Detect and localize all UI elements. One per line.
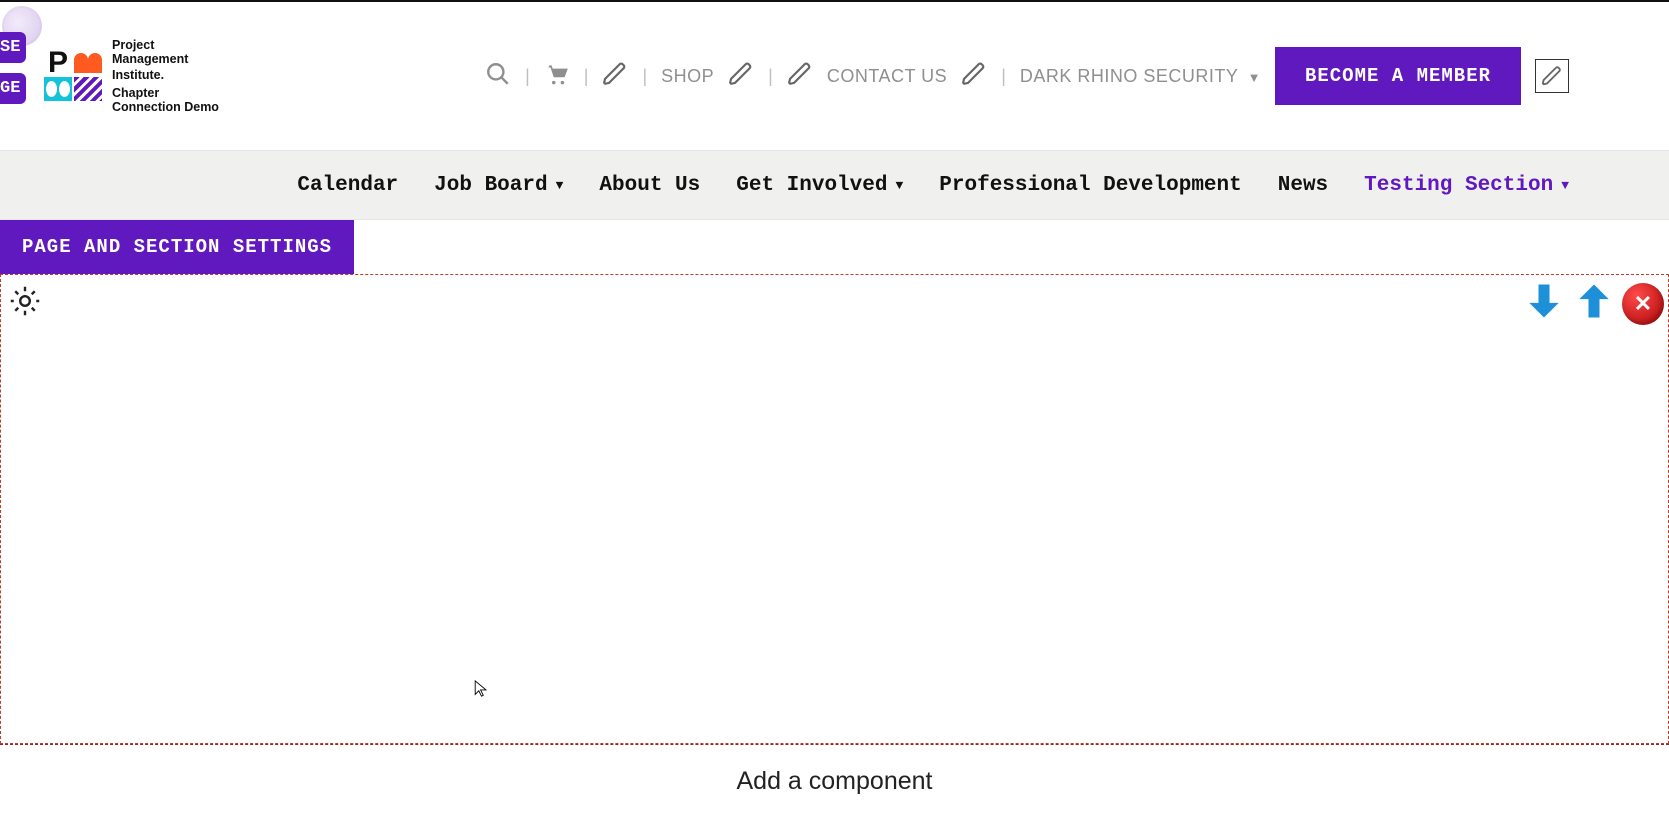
become-member-button[interactable]: BECOME A MEMBER [1275, 47, 1521, 105]
close-icon: ✕ [1634, 291, 1652, 317]
page-section-settings-button[interactable]: PAGE AND SECTION SETTINGS [0, 220, 354, 274]
logo-text: Project Management Institute. Chapter Co… [112, 38, 219, 115]
nav-item-get-involved[interactable]: Get Involved ▼ [736, 174, 903, 197]
cart-icon[interactable] [544, 61, 570, 92]
edit-header-button[interactable] [1535, 59, 1569, 93]
logo-line4a: Chapter [112, 86, 159, 100]
left-edge-pills: SE GE [0, 32, 26, 114]
logo-line4b: Connection Demo [112, 100, 219, 114]
left-pill-1[interactable]: SE [0, 32, 26, 63]
nav-item-label: Get Involved [736, 174, 887, 197]
nav-item-label: About Us [599, 174, 700, 197]
header: P Project Management Institute. Chapter … [0, 2, 1669, 150]
nav-item-label: Testing Section [1364, 174, 1553, 197]
nav-item-testing-section[interactable]: Testing Section ▼ [1364, 174, 1569, 197]
separator: | [642, 66, 647, 87]
arrow-down-icon [1522, 279, 1566, 323]
logo[interactable]: P Project Management Institute. Chapter … [44, 38, 219, 115]
chevron-down-icon: ▼ [556, 178, 564, 193]
section-settings-button[interactable] [7, 283, 43, 324]
search-icon[interactable] [485, 61, 511, 92]
edit-icon[interactable] [961, 61, 987, 92]
move-up-button[interactable] [1572, 279, 1616, 328]
nav-item-professional-development[interactable]: Professional Development [939, 174, 1241, 197]
separator: | [525, 66, 530, 87]
contact-link[interactable]: CONTACT US [827, 66, 947, 87]
nav-item-label: News [1278, 174, 1328, 197]
nav-item-job-board[interactable]: Job Board ▼ [434, 174, 563, 197]
edit-icon[interactable] [787, 61, 813, 92]
chevron-down-icon: ▼ [895, 178, 903, 193]
logo-line2: Management [112, 52, 219, 66]
nav-item-about-us[interactable]: About Us [599, 174, 700, 197]
nav-item-label: Job Board [434, 174, 547, 197]
logo-line4: Chapter Connection Demo [112, 86, 219, 115]
shop-link[interactable]: SHOP [661, 66, 714, 87]
user-menu[interactable]: DARK RHINO SECURITY ▼ [1020, 66, 1261, 87]
separator: | [768, 66, 773, 87]
logo-line1: Project [112, 38, 219, 52]
edit-icon[interactable] [602, 61, 628, 92]
main-nav: Calendar Job Board ▼ About Us Get Involved ▼ P… [0, 150, 1669, 220]
delete-section-button[interactable]: ✕ [1622, 283, 1664, 325]
mouse-cursor-icon [474, 680, 489, 698]
logo-glyph-fan [74, 51, 102, 75]
arrow-up-icon [1572, 279, 1616, 323]
header-right: | | | SHOP | [485, 47, 1569, 105]
pencil-icon [1541, 65, 1563, 87]
edit-icon[interactable] [728, 61, 754, 92]
logo-glyph-p: P [44, 51, 72, 75]
logo-mark: P [44, 51, 102, 101]
left-pill-2[interactable]: GE [0, 73, 26, 104]
nav-item-news[interactable]: News [1278, 174, 1328, 197]
logo-line3: Institute. [112, 68, 219, 82]
chevron-down-icon: ▼ [1248, 70, 1261, 85]
chevron-down-icon: ▼ [1561, 178, 1569, 193]
nav-item-label: Calendar [297, 174, 398, 197]
nav-item-calendar[interactable]: Calendar [297, 174, 398, 197]
separator: | [584, 66, 589, 87]
separator: | [1001, 66, 1006, 87]
logo-glyph-stripes [74, 77, 102, 101]
logo-glyph-bow [44, 77, 72, 101]
move-down-button[interactable] [1522, 279, 1566, 328]
editable-section: ✕ [0, 274, 1669, 744]
gear-icon [7, 283, 43, 319]
utility-row: | | | SHOP | [485, 61, 1261, 92]
section-tools: ✕ [1522, 279, 1664, 328]
nav-item-label: Professional Development [939, 174, 1241, 197]
user-menu-label: DARK RHINO SECURITY [1020, 66, 1238, 86]
add-component-button[interactable]: Add a component [0, 745, 1669, 796]
